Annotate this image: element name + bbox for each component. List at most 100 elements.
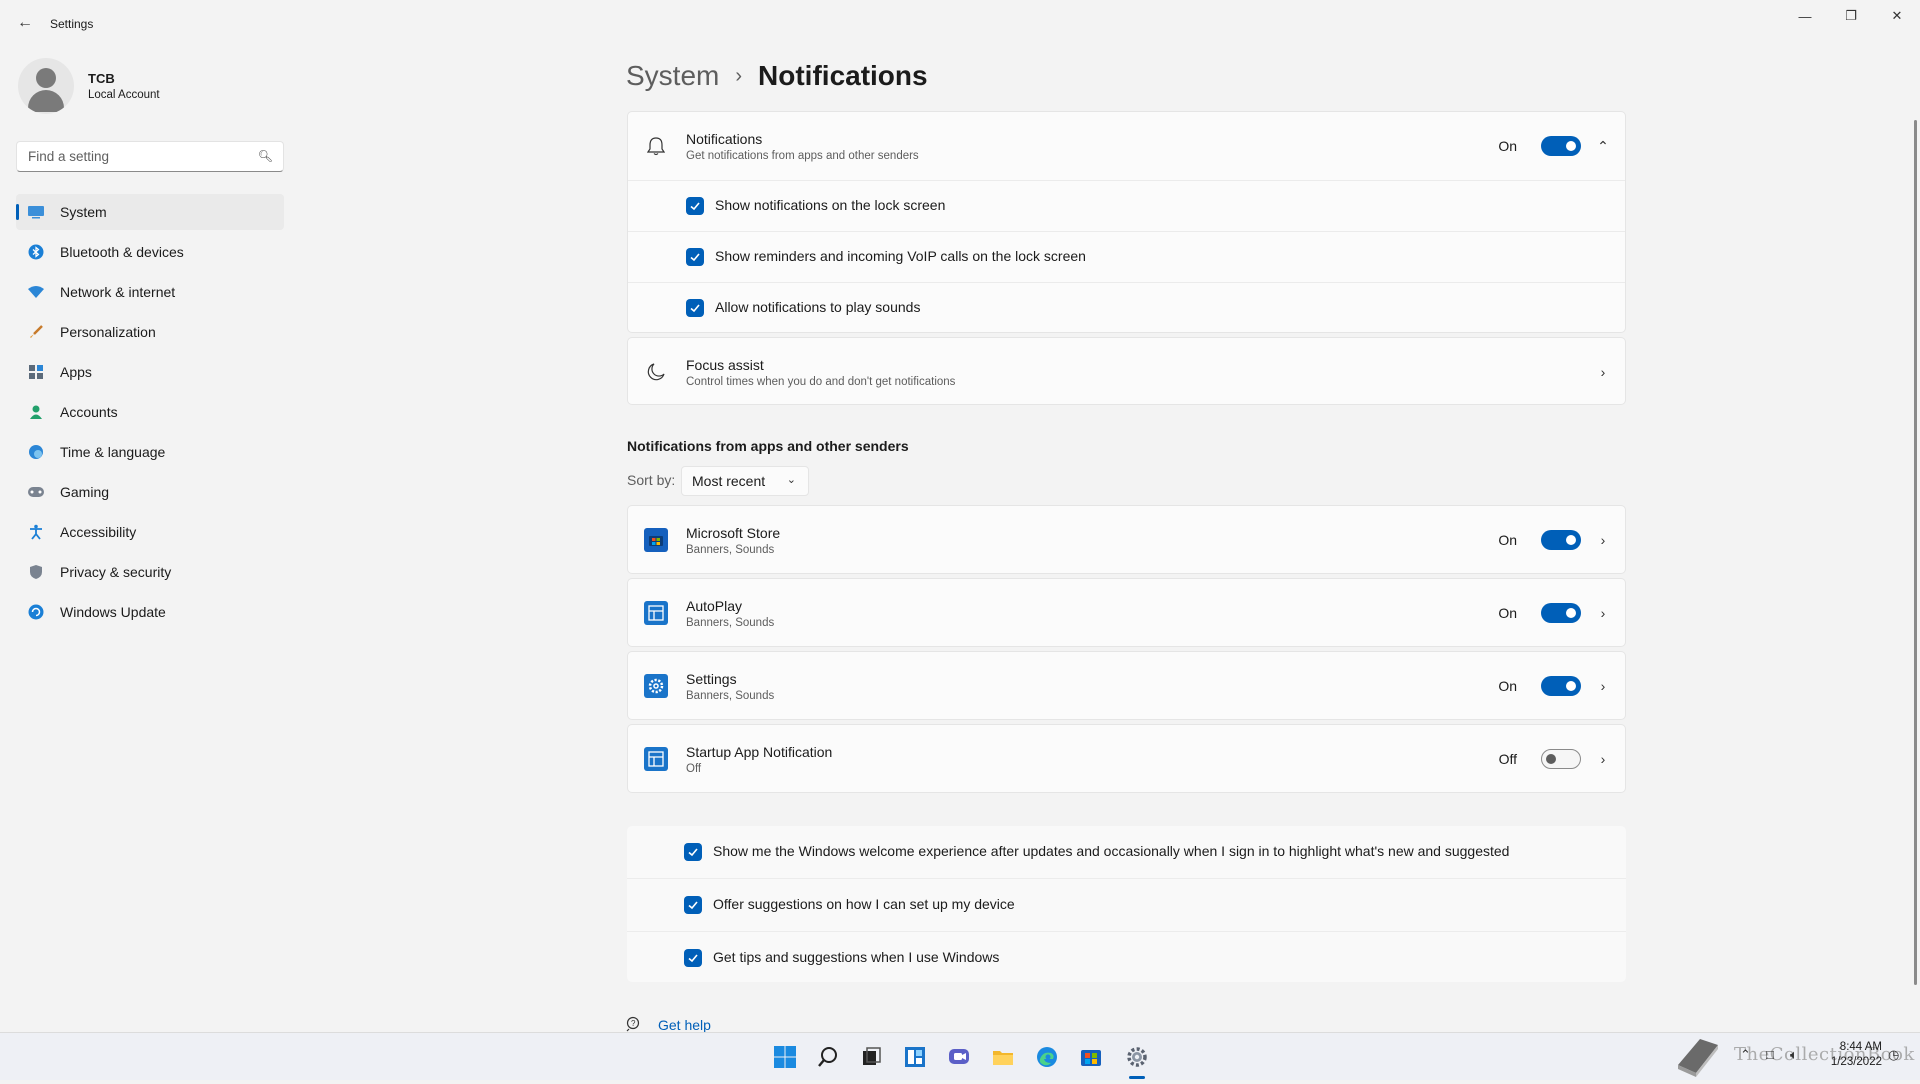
welcome-experience-checkbox[interactable] <box>684 843 702 861</box>
accessibility-icon <box>26 522 46 542</box>
breadcrumb-parent[interactable]: System <box>626 60 719 92</box>
app-detail: Banners, Sounds <box>686 617 775 629</box>
notifications-title: Notifications <box>686 131 763 147</box>
focus-assist-title: Focus assist <box>686 357 764 373</box>
option-row[interactable]: Offer suggestions on how I can set up my… <box>627 879 1626 931</box>
app-row-microsoft-store[interactable]: Microsoft Store Banners, Sounds On › <box>627 505 1626 574</box>
sidebar-item-accounts[interactable]: Accounts <box>16 394 284 430</box>
app-row-autoplay[interactable]: AutoPlay Banners, Sounds On › <box>627 578 1626 647</box>
app-toggle[interactable] <box>1541 749 1581 769</box>
person-icon <box>26 402 46 422</box>
chevron-down-icon: ⌄ <box>786 474 796 486</box>
notifications-subtitle: Get notifications from apps and other se… <box>686 150 919 162</box>
sidebar-item-time-language[interactable]: Time & language <box>16 434 284 470</box>
app-detail: Banners, Sounds <box>686 690 775 702</box>
close-icon[interactable]: ✕ <box>1874 0 1920 32</box>
app-state: On <box>1498 532 1517 548</box>
sidebar-item-label: Apps <box>60 364 92 380</box>
sidebar-item-label: Accessibility <box>60 524 137 540</box>
scrollbar[interactable] <box>1914 120 1917 985</box>
notification-center-icon[interactable]: ◷ <box>1888 1047 1899 1063</box>
chat-icon[interactable] <box>943 1041 975 1073</box>
app-toggle[interactable] <box>1541 530 1581 550</box>
sidebar-nav: System Bluetooth & devices Network & int… <box>16 194 284 634</box>
breadcrumb: System › Notifications <box>626 56 928 96</box>
additional-settings-card: Show me the Windows welcome experience a… <box>627 826 1626 982</box>
chevron-up-tray-icon[interactable]: ⌃ <box>1740 1047 1751 1063</box>
shield-icon <box>26 562 46 582</box>
option-row[interactable]: Show notifications on the lock screen <box>628 181 1625 231</box>
focus-assist-subtitle: Control times when you do and don't get … <box>686 376 956 388</box>
sidebar-item-personalization[interactable]: Personalization <box>16 314 284 350</box>
volume-tray-icon[interactable]: 🔈︎ <box>1790 1047 1798 1063</box>
app-toggle[interactable] <box>1541 676 1581 696</box>
app-row-startup-app-notification[interactable]: Startup App Notification Off Off › <box>627 724 1626 793</box>
search-icon[interactable] <box>812 1041 844 1073</box>
settings-icon[interactable] <box>1121 1041 1153 1073</box>
checkbox-label: Get tips and suggestions when I use Wind… <box>713 949 1000 965</box>
sidebar-item-accessibility[interactable]: Accessibility <box>16 514 284 550</box>
chevron-up-icon[interactable]: ⌃ <box>1595 138 1611 154</box>
book-logo <box>1670 1035 1722 1079</box>
clock[interactable]: 8:44 AM 1/23/2022 <box>1822 1040 1882 1070</box>
search-input[interactable] <box>26 148 250 165</box>
back-arrow-icon[interactable]: ← <box>14 12 36 34</box>
restore-icon[interactable]: ❐ <box>1828 0 1874 32</box>
file-explorer-icon[interactable] <box>987 1041 1019 1073</box>
apps-icon <box>26 362 46 382</box>
lock-screen-checkbox[interactable] <box>686 197 704 215</box>
sidebar-item-apps[interactable]: Apps <box>16 354 284 390</box>
checkbox-label: Show reminders and incoming VoIP calls o… <box>715 248 1086 264</box>
sidebar-item-system[interactable]: System <box>16 194 284 230</box>
sidebar-item-gaming[interactable]: Gaming <box>16 474 284 510</box>
widgets-icon[interactable] <box>899 1041 931 1073</box>
clock-time: 8:44 AM <box>1839 1041 1882 1053</box>
sidebar-item-privacy-security[interactable]: Privacy & security <box>16 554 284 590</box>
sidebar-item-windows-update[interactable]: Windows Update <box>16 594 284 630</box>
sidebar-item-label: Privacy & security <box>60 564 172 580</box>
sidebar-item-bluetooth-devices[interactable]: Bluetooth & devices <box>16 234 284 270</box>
app-name: AutoPlay <box>686 598 743 614</box>
option-row[interactable]: Get tips and suggestions when I use Wind… <box>627 932 1626 982</box>
app-row-settings[interactable]: Settings Banners, Sounds On › <box>627 651 1626 720</box>
sidebar-item-label: Time & language <box>60 444 166 460</box>
user-profile[interactable]: TCB Local Account <box>18 58 288 118</box>
edge-icon[interactable] <box>1031 1041 1063 1073</box>
sort-value: Most recent <box>692 473 766 489</box>
chevron-right-icon: › <box>1600 364 1606 380</box>
network-tray-icon[interactable]: □ <box>1766 1047 1774 1062</box>
breadcrumb-separator: › <box>735 64 743 87</box>
option-row[interactable]: Show me the Windows welcome experience a… <box>627 826 1626 878</box>
app-state: On <box>1498 678 1517 694</box>
voip-checkbox[interactable] <box>686 248 704 266</box>
setup-suggestions-checkbox[interactable] <box>684 896 702 914</box>
sidebar-item-label: Personalization <box>60 324 156 340</box>
title-bar: ← Settings — ❐ ✕ <box>0 0 1920 48</box>
option-row[interactable]: Allow notifications to play sounds <box>628 283 1625 333</box>
tips-checkbox[interactable] <box>684 949 702 967</box>
minimize-icon[interactable]: — <box>1782 0 1828 32</box>
task-view-icon[interactable] <box>855 1041 887 1073</box>
app-detail: Banners, Sounds <box>686 544 775 556</box>
taskbar: TheCollectionBook ⌃ □ 🔈︎ 8:44 AM 1/23/20… <box>0 1032 1920 1080</box>
notifications-card: Notifications Get notifications from app… <box>627 111 1626 333</box>
active-indicator <box>16 204 19 220</box>
settings-app-icon <box>644 674 668 698</box>
app-name: Startup App Notification <box>686 744 833 760</box>
store-icon[interactable] <box>1075 1041 1107 1073</box>
microsoft-store-icon <box>644 528 668 552</box>
search-box[interactable]: 🔍︎ <box>16 141 284 172</box>
app-toggle[interactable] <box>1541 603 1581 623</box>
active-app-indicator <box>1129 1076 1145 1079</box>
notifications-header-row[interactable]: Notifications Get notifications from app… <box>628 112 1625 180</box>
search-icon[interactable]: 🔍︎ <box>258 149 273 163</box>
notifications-toggle[interactable] <box>1541 136 1581 156</box>
option-row[interactable]: Show reminders and incoming VoIP calls o… <box>628 232 1625 282</box>
sounds-checkbox[interactable] <box>686 299 704 317</box>
section-title: Notifications from apps and other sender… <box>627 438 909 454</box>
notifications-state: On <box>1498 138 1517 154</box>
sidebar-item-network-internet[interactable]: Network & internet <box>16 274 284 310</box>
start-icon[interactable] <box>769 1041 801 1073</box>
sort-dropdown[interactable]: Most recent ⌄ <box>681 466 809 496</box>
focus-assist-card[interactable]: Focus assist Control times when you do a… <box>627 337 1626 405</box>
